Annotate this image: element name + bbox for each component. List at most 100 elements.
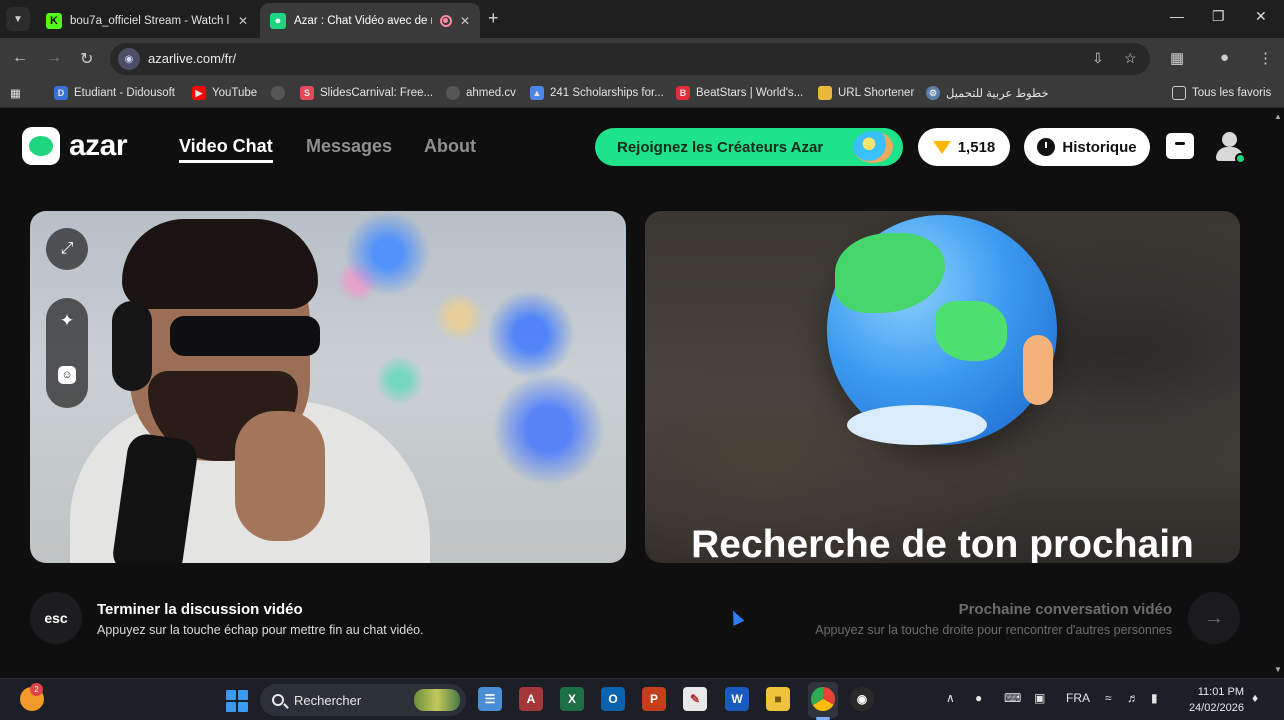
- bookmark-label: URL Shortener: [838, 87, 915, 99]
- end-chat-subtitle: Appuyez sur la touche échap pour mettre …: [97, 623, 424, 637]
- history-button[interactable]: Historique: [1024, 128, 1150, 166]
- keyboard-icon[interactable]: ⌨: [1004, 691, 1021, 705]
- beatstars-icon: B: [676, 86, 690, 100]
- minimize-icon[interactable]: —: [1170, 8, 1184, 24]
- creator-badge-icon: [853, 131, 893, 163]
- bookmark-youtube[interactable]: ▶ YouTube: [192, 86, 257, 100]
- close-window-icon[interactable]: ✕: [1255, 8, 1267, 25]
- site-info-icon[interactable]: ◉: [118, 48, 140, 70]
- volume-icon[interactable]: ♬: [1127, 691, 1139, 705]
- minimize-video-icon[interactable]: ⤢: [46, 228, 88, 270]
- start-button[interactable]: [226, 690, 248, 712]
- powerpoint-icon[interactable]: P: [642, 687, 666, 711]
- reload-icon[interactable]: ↻: [80, 49, 93, 69]
- arrow-right-icon[interactable]: →: [1188, 592, 1240, 644]
- globe-land: [835, 233, 945, 313]
- new-tab-icon[interactable]: +: [488, 8, 499, 29]
- close-tab-icon[interactable]: ✕: [238, 14, 248, 28]
- nav-video-chat[interactable]: Video Chat: [179, 136, 273, 163]
- sticker-icon[interactable]: ☺: [56, 364, 78, 386]
- avatar-head: [1222, 132, 1237, 147]
- outlook-icon[interactable]: O: [601, 687, 625, 711]
- scroll-down-icon[interactable]: ▼: [1274, 665, 1282, 674]
- searching-text: Recherche de ton prochain: [691, 523, 1194, 563]
- bookmark-scholarships[interactable]: ▲ 241 Scholarships for...: [530, 86, 664, 100]
- clock-date: 24/02/2026: [1188, 702, 1244, 714]
- gem-icon: [932, 140, 951, 154]
- tab-kick-stream[interactable]: K bou7a_officiel Stream - Watch l ✕: [36, 3, 258, 38]
- bookmark-url-shortener[interactable]: URL Shortener: [818, 86, 914, 100]
- bookmark-beatstars[interactable]: B BeatStars | World's...: [676, 86, 803, 100]
- show-hidden-icons-icon[interactable]: ∧: [946, 691, 955, 705]
- profile-icon[interactable]: ●: [1220, 49, 1229, 66]
- battery-icon[interactable]: ▮: [1151, 691, 1158, 705]
- word-icon[interactable]: W: [725, 687, 749, 711]
- end-chat-esc-button[interactable]: esc: [30, 592, 82, 644]
- clock-icon: [1037, 138, 1056, 156]
- tab-search-chevron-icon[interactable]: ▼: [6, 7, 30, 31]
- taskbar-search[interactable]: Rechercher: [260, 684, 466, 716]
- nav-messages[interactable]: Messages: [306, 136, 392, 157]
- access-icon[interactable]: A: [519, 687, 543, 711]
- folder-icon: [818, 86, 832, 100]
- nav-about[interactable]: About: [424, 136, 476, 157]
- input-language[interactable]: FRA: [1066, 691, 1090, 705]
- magic-wand-icon[interactable]: ✦: [56, 310, 78, 332]
- bookmark-didousoft[interactable]: D Etudiant - Didousoft: [54, 86, 175, 100]
- globe-land: [935, 301, 1007, 361]
- bookmark-ahmed-cv[interactable]: ahmed.cv: [446, 86, 516, 100]
- apps-grid-icon[interactable]: ▦: [10, 86, 21, 100]
- install-app-icon[interactable]: ⇩: [1092, 50, 1104, 67]
- back-icon[interactable]: ←: [12, 49, 28, 67]
- display-icon[interactable]: ▣: [1034, 691, 1045, 705]
- person-headset: [112, 301, 152, 391]
- inbox-icon[interactable]: [1166, 133, 1194, 159]
- local-video: [30, 211, 626, 563]
- tab-strip: ▼ K bou7a_officiel Stream - Watch l ✕ ● …: [0, 0, 1284, 38]
- wifi-icon[interactable]: ≈: [1105, 691, 1112, 705]
- all-bookmarks[interactable]: Tous les favoris: [1172, 86, 1271, 100]
- bookmark-slidescarnival[interactable]: S SlidesCarnival: Free...: [300, 86, 433, 100]
- menu-icon[interactable]: ⋮: [1258, 49, 1273, 67]
- bookmark-label: 241 Scholarships for...: [550, 87, 664, 99]
- bookmark-star-icon[interactable]: ☆: [1124, 50, 1137, 67]
- tab-title: bou7a_officiel Stream - Watch l: [70, 14, 230, 27]
- scholarship-icon: ▲: [530, 86, 544, 100]
- close-tab-icon[interactable]: ✕: [460, 14, 470, 28]
- bookmark-label: Etudiant - Didousoft: [74, 87, 176, 99]
- obs-icon[interactable]: ◉: [850, 687, 874, 711]
- azar-logo[interactable]: azar: [22, 127, 128, 165]
- browser-toolbar: ← → ↻ ◉ azarlive.com/fr/ ⇩ ☆ ▦ ● ⋮: [0, 38, 1284, 80]
- system-clock[interactable]: 11:01 PM 24/02/2026: [1184, 684, 1244, 716]
- mouse-cursor-icon: [727, 608, 745, 626]
- scroll-up-icon[interactable]: ▲: [1274, 112, 1282, 121]
- forward-icon[interactable]: →: [46, 49, 62, 67]
- file-explorer-icon[interactable]: ■: [766, 687, 790, 711]
- end-chat-title: Terminer la discussion vidéo: [97, 601, 303, 618]
- notifications-bell-icon[interactable]: ♦: [1252, 691, 1258, 705]
- gems-balance-button[interactable]: 1,518: [918, 128, 1010, 166]
- slidescarnival-icon: S: [300, 86, 314, 100]
- notepad-icon[interactable]: ☰: [478, 687, 502, 711]
- bookmark-label: YouTube: [212, 87, 258, 99]
- folder-icon: [1172, 86, 1186, 100]
- clock-time: 11:01 PM: [1197, 686, 1244, 698]
- tab-azar[interactable]: ● Azar : Chat Vidéo avec de n ✕: [260, 3, 480, 38]
- chrome-icon[interactable]: [811, 687, 835, 711]
- bookmark-label: BeatStars | World's...: [696, 87, 804, 99]
- maximize-icon[interactable]: ❐: [1212, 8, 1225, 25]
- kick-icon: K: [46, 12, 62, 29]
- bookmark-globe[interactable]: [271, 86, 291, 100]
- page-scrollbar[interactable]: ▲ ▼: [1272, 108, 1284, 678]
- person-hand: [235, 411, 325, 541]
- url-text: azarlive.com/fr/: [148, 51, 237, 66]
- snipping-tool-icon[interactable]: ✎: [683, 687, 707, 711]
- bookmark-label: Tous les favoris: [1192, 87, 1272, 99]
- avatar[interactable]: [1214, 130, 1246, 164]
- bookmark-arabic-fonts[interactable]: ⚙ خطوط عربية للتحميل: [926, 86, 1049, 100]
- address-bar[interactable]: ◉ azarlive.com/fr/ ⇩ ☆: [110, 43, 1150, 75]
- join-creators-button[interactable]: Rejoignez les Créateurs Azar: [595, 128, 903, 166]
- extensions-icon[interactable]: ▦: [1170, 49, 1184, 67]
- microphone-icon[interactable]: ●: [975, 691, 982, 705]
- excel-icon[interactable]: X: [560, 687, 584, 711]
